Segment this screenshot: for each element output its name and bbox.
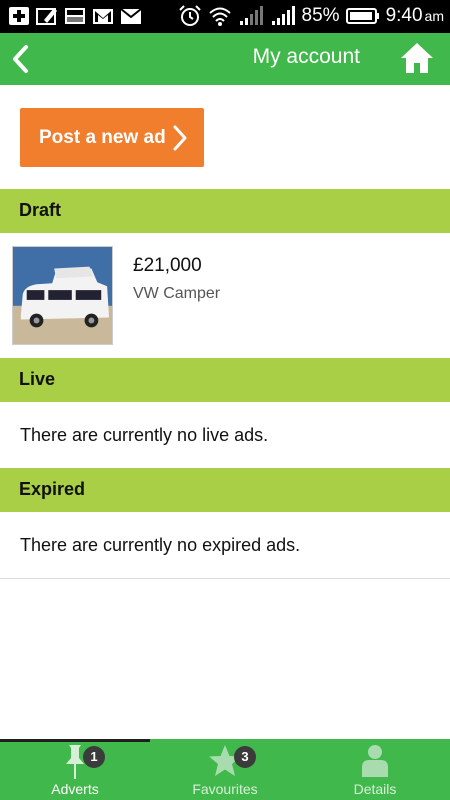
post-new-ad-button[interactable]: Post a new ad bbox=[20, 108, 204, 167]
back-icon[interactable] bbox=[6, 41, 36, 77]
chevron-right-icon bbox=[173, 125, 187, 150]
home-icon[interactable] bbox=[400, 41, 434, 75]
tab-details-label: Details bbox=[353, 781, 397, 797]
section-header-expired: Expired bbox=[0, 468, 450, 512]
tab-details[interactable]: Details bbox=[300, 739, 450, 800]
battery-icon bbox=[345, 8, 379, 24]
ad-thumbnail bbox=[12, 246, 113, 345]
section-title-expired: Expired bbox=[19, 479, 86, 499]
clock-ampm: am bbox=[424, 8, 444, 24]
person-icon bbox=[362, 745, 388, 777]
add-icon bbox=[9, 7, 29, 25]
tab-adverts[interactable]: 1 Adverts bbox=[0, 739, 150, 800]
app-header: My account bbox=[0, 33, 450, 85]
adverts-badge: 1 bbox=[83, 746, 105, 768]
battery-percent: 85% bbox=[301, 5, 340, 26]
signal-icon-2 bbox=[271, 6, 295, 25]
expired-empty-message: There are currently no expired ads. bbox=[20, 535, 301, 555]
alarm-icon bbox=[178, 5, 201, 26]
image-icon bbox=[65, 8, 85, 24]
edit-icon bbox=[36, 8, 57, 25]
status-bar: 85% 9:40 am bbox=[0, 0, 450, 33]
divider bbox=[0, 578, 450, 579]
section-header-draft: Draft bbox=[0, 189, 450, 233]
wifi-icon bbox=[208, 7, 231, 26]
favourites-badge: 3 bbox=[234, 746, 256, 768]
clock-time: 9:40 bbox=[385, 5, 423, 26]
tab-favourites-label: Favourites bbox=[192, 781, 258, 797]
signal-icon bbox=[239, 6, 263, 25]
live-empty-message: There are currently no live ads. bbox=[20, 425, 269, 445]
tab-favourites[interactable]: 3 Favourites bbox=[150, 739, 300, 800]
section-title-live: Live bbox=[19, 369, 56, 389]
system-icons: 85% 9:40 am bbox=[178, 4, 444, 28]
ad-price: £21,000 bbox=[133, 255, 202, 276]
ad-title: VW Camper bbox=[133, 285, 221, 302]
tab-adverts-label: Adverts bbox=[51, 781, 99, 797]
notification-icons bbox=[8, 6, 142, 26]
page-title: My account bbox=[252, 45, 360, 68]
section-header-live: Live bbox=[0, 358, 450, 402]
section-title-draft: Draft bbox=[19, 200, 62, 220]
mail-icon bbox=[120, 8, 142, 24]
post-new-ad-label: Post a new ad bbox=[39, 126, 166, 148]
gmail-icon bbox=[93, 9, 113, 24]
